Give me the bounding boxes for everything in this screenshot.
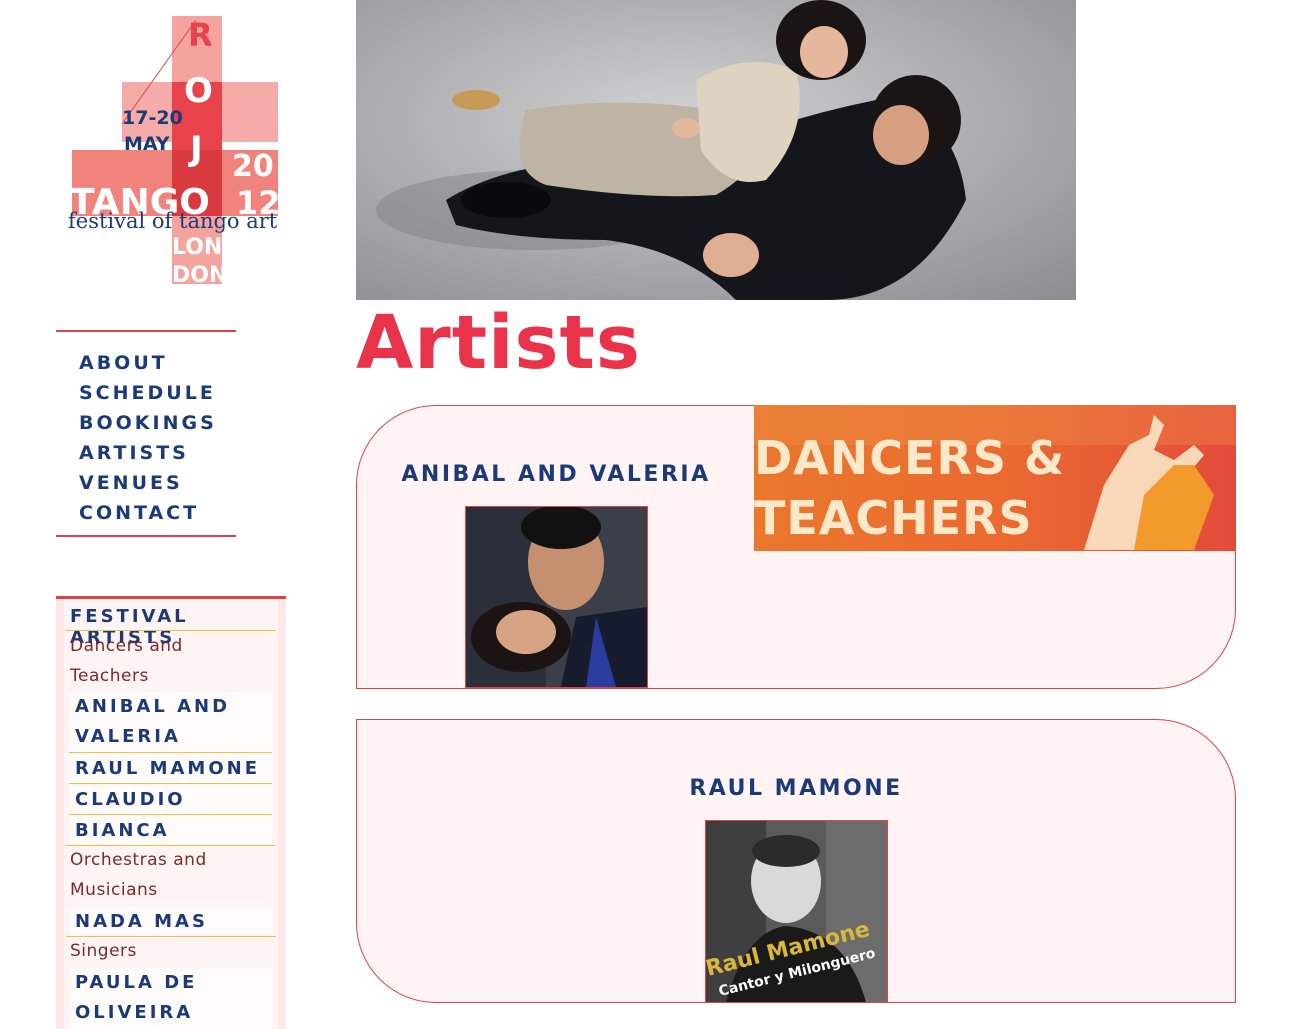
- artist-name[interactable]: ANIBAL AND VALERIA: [357, 462, 755, 487]
- page-title: Artists: [356, 300, 641, 386]
- sidebar-link-label: RAUL MAMONE: [75, 758, 261, 779]
- artist-photo-anibal-valeria[interactable]: [465, 506, 648, 688]
- sidebar-link-label: PAULA DE: [75, 972, 198, 993]
- main-nav: ABOUT SCHEDULE BOOKINGS ARTISTS VENUES C…: [56, 330, 236, 537]
- sidebar-link-nada-mas[interactable]: NADA MAS: [69, 907, 272, 935]
- category-orchestras-line2: Musicians: [70, 880, 158, 900]
- logo-year-a: 20: [232, 149, 274, 184]
- dancers-teachers-banner: DANCERS & TEACHERS: [754, 405, 1236, 551]
- sidebar-link-bianca[interactable]: BIANCA: [69, 816, 272, 844]
- logo-month: MAY: [124, 133, 170, 155]
- nav-venues[interactable]: VENUES: [79, 468, 217, 498]
- category-singers: Singers: [70, 941, 137, 961]
- sidebar-link-label: OLIVEIRA: [75, 1002, 194, 1023]
- logo-letter-o: O: [184, 71, 213, 111]
- logo-letter-r: R: [188, 16, 213, 54]
- sidebar-link-label: NADA MAS: [75, 911, 208, 932]
- nav-schedule[interactable]: SCHEDULE: [79, 378, 217, 408]
- festival-logo[interactable]: R O J 17-20 MAY 20 12 TANGO festival of …: [66, 14, 288, 289]
- nav-about[interactable]: ABOUT: [79, 348, 217, 378]
- hero-dancers-photo: [356, 0, 1076, 300]
- category-dancers-line2: Teachers: [70, 666, 149, 686]
- sidebar-link-claudio-frost[interactable]: CLAUDIO FROST: [69, 785, 272, 840]
- category-orchestras-line1: Orchestras and: [70, 850, 207, 870]
- banner-line-1: DANCERS &: [754, 431, 1066, 485]
- nav-bookings[interactable]: BOOKINGS: [79, 408, 217, 438]
- logo-city-a: LON: [172, 235, 222, 260]
- sidebar-link-label: BIANCA: [75, 820, 170, 841]
- nav-contact[interactable]: CONTACT: [79, 498, 217, 528]
- artist-name[interactable]: RAUL MAMONE: [357, 776, 1235, 801]
- nav-artists[interactable]: ARTISTS: [79, 438, 217, 468]
- sidebar-link-paula-de-oliveira[interactable]: PAULA DE OLIVEIRA: [69, 968, 272, 1029]
- artist-card-raul-mamone[interactable]: RAUL MAMONE Raul Mamone Cantor y Milongu…: [356, 719, 1236, 1003]
- category-dancers-line1: Dancers and: [70, 636, 183, 656]
- sidebar-link-label: VALERIA: [75, 726, 181, 747]
- logo-city-b: DON: [172, 263, 227, 288]
- sidebar-link-label: ANIBAL AND: [75, 696, 231, 717]
- logo-letter-j: J: [188, 129, 203, 169]
- logo-dates: 17-20: [122, 107, 183, 129]
- logo-tagline: festival of tango arts: [68, 209, 278, 233]
- sidebar-link-raul-mamone[interactable]: RAUL MAMONE: [69, 754, 272, 783]
- artist-photo-raul-mamone[interactable]: Raul Mamone Cantor y Milonguero: [705, 820, 888, 1003]
- sidebar-link-anibal-valeria[interactable]: ANIBAL AND VALERIA: [69, 692, 272, 752]
- banner-line-2: TEACHERS: [754, 491, 1033, 545]
- artists-sidebar: FESTIVAL ARTISTS Dancers and Teachers AN…: [56, 596, 286, 1029]
